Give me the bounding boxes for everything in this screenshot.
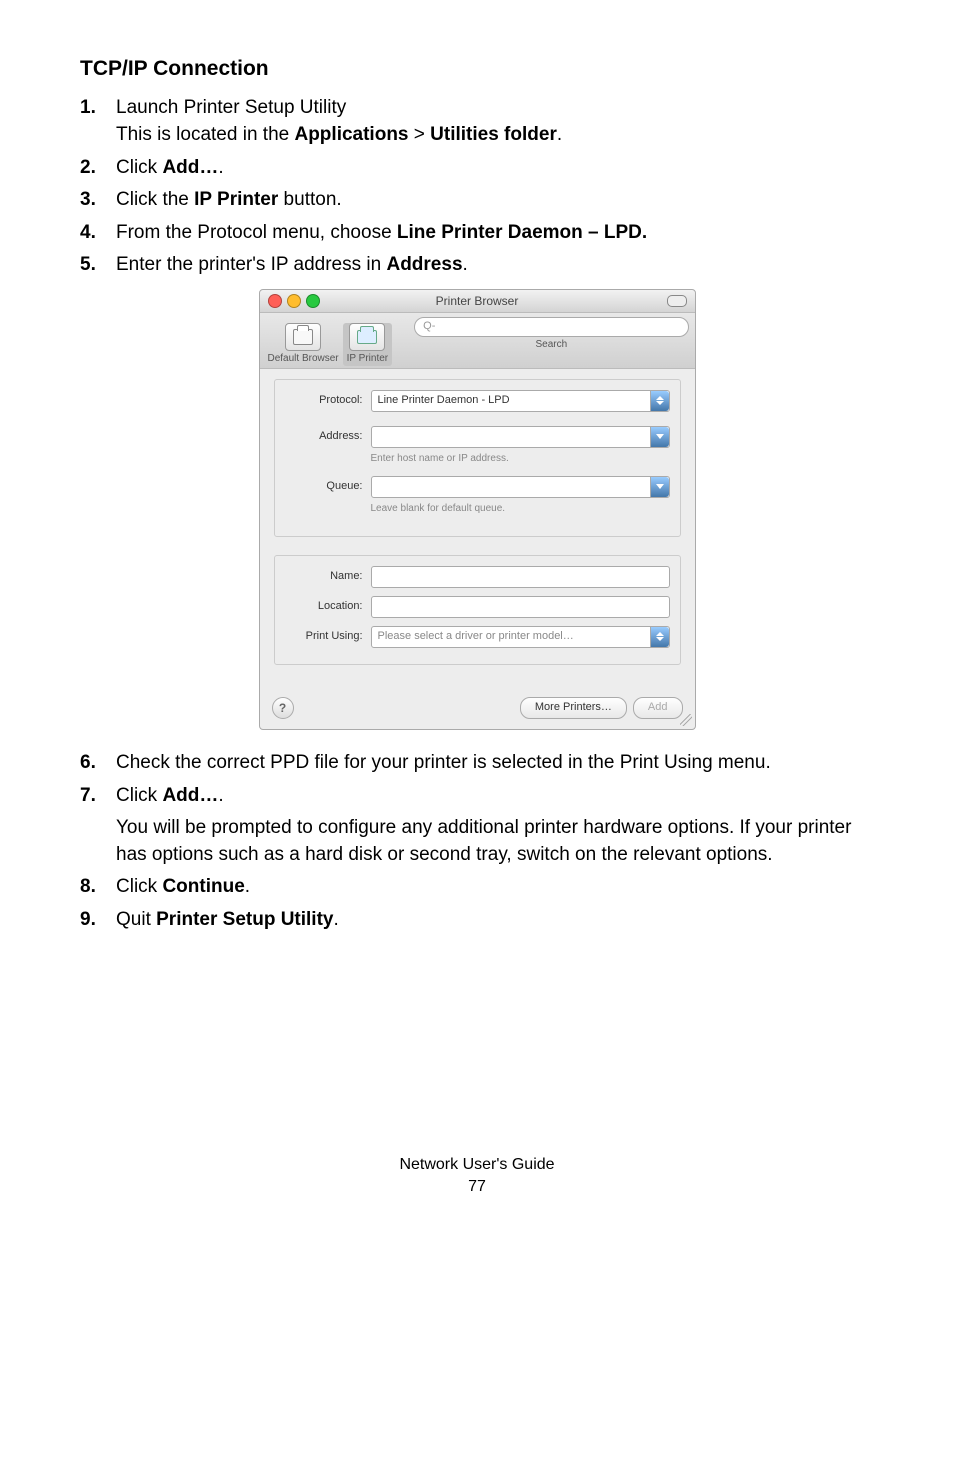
step-7: 7. Click Add…. You will be prompted to c… bbox=[80, 783, 874, 869]
ip-printer-button[interactable]: IP Printer bbox=[343, 323, 393, 366]
minimize-icon[interactable] bbox=[287, 294, 301, 308]
step-text: Launch Printer Setup Utility bbox=[116, 97, 346, 118]
step-1: 1. Launch Printer Setup Utility This is … bbox=[80, 95, 874, 148]
button-row: ? More Printers… Add bbox=[260, 691, 695, 729]
add-bold: Add… bbox=[162, 157, 218, 178]
address-label: Address: bbox=[285, 429, 371, 444]
protocol-value: Line Printer Daemon - LPD bbox=[378, 393, 510, 408]
print-using-value: Please select a driver or printer model… bbox=[378, 629, 574, 644]
step-marker: 6. bbox=[80, 750, 96, 777]
add-button[interactable]: Add bbox=[633, 697, 683, 718]
step-marker: 2. bbox=[80, 155, 96, 182]
chevron-down-icon[interactable] bbox=[650, 477, 669, 497]
applications-bold: Applications bbox=[294, 124, 408, 145]
name-row: Name: bbox=[285, 566, 670, 588]
ip-printer-icon bbox=[349, 323, 385, 351]
resize-grip-icon[interactable] bbox=[680, 714, 692, 726]
location-label: Location: bbox=[285, 599, 371, 614]
step-list: 1. Launch Printer Setup Utility This is … bbox=[80, 95, 874, 279]
help-button[interactable]: ? bbox=[272, 697, 294, 719]
toolbar-label: Default Browser bbox=[268, 353, 339, 364]
continue-bold: Continue bbox=[162, 876, 244, 897]
protocol-row: Protocol: Line Printer Daemon - LPD bbox=[285, 390, 670, 412]
ip-printer-bold: IP Printer bbox=[194, 189, 278, 210]
traffic-lights bbox=[268, 294, 320, 308]
more-printers-button[interactable]: More Printers… bbox=[520, 697, 627, 718]
step-marker: 8. bbox=[80, 874, 96, 901]
footer-guide: Network User's Guide bbox=[80, 1154, 874, 1176]
step-marker: 4. bbox=[80, 220, 96, 247]
search-field[interactable]: Q- Search bbox=[414, 317, 688, 352]
form-area: Protocol: Line Printer Daemon - LPD Addr… bbox=[260, 369, 695, 691]
address-row: Address: bbox=[285, 426, 670, 448]
add-bold: Add… bbox=[162, 785, 218, 806]
default-browser-button[interactable]: Default Browser bbox=[266, 323, 341, 366]
name-input[interactable] bbox=[371, 566, 670, 588]
figure-wrapper: Printer Browser Default Browser IP Print… bbox=[80, 289, 874, 730]
printer-browser-window: Printer Browser Default Browser IP Print… bbox=[259, 289, 696, 730]
queue-label: Queue: bbox=[285, 479, 371, 494]
updown-icon[interactable] bbox=[650, 627, 669, 647]
step-marker: 3. bbox=[80, 187, 96, 214]
search-icon: Q- bbox=[423, 319, 435, 334]
queue-hint: Leave blank for default queue. bbox=[371, 502, 670, 516]
step-text: This is located in the bbox=[116, 124, 294, 145]
toolbar-label: IP Printer bbox=[347, 353, 389, 364]
window-titlebar: Printer Browser bbox=[260, 290, 695, 313]
lpd-bold: Line Printer Daemon – LPD. bbox=[397, 222, 647, 243]
utilities-folder-bold: Utilities folder bbox=[430, 124, 557, 145]
print-using-select[interactable]: Please select a driver or printer model… bbox=[371, 626, 670, 648]
printer-section: Name: Location: Print Using: Please sele… bbox=[274, 555, 681, 665]
protocol-select[interactable]: Line Printer Daemon - LPD bbox=[371, 390, 670, 412]
print-using-label: Print Using: bbox=[285, 629, 371, 644]
location-input[interactable] bbox=[371, 596, 670, 618]
step-marker: 9. bbox=[80, 907, 96, 934]
protocol-label: Protocol: bbox=[285, 393, 371, 408]
step-8: 8. Click Continue. bbox=[80, 874, 874, 901]
section-heading: TCP/IP Connection bbox=[80, 54, 874, 83]
chevron-down-icon[interactable] bbox=[650, 427, 669, 447]
psu-bold: Printer Setup Utility bbox=[156, 909, 333, 930]
name-label: Name: bbox=[285, 569, 371, 584]
search-label: Search bbox=[414, 338, 688, 352]
step-9: 9. Quit Printer Setup Utility. bbox=[80, 907, 874, 934]
step-text: Check the correct PPD file for your prin… bbox=[116, 752, 771, 773]
step-list-2: 6. Check the correct PPD file for your p… bbox=[80, 750, 874, 934]
toolbar-toggle-icon[interactable] bbox=[667, 295, 687, 307]
address-bold: Address bbox=[386, 254, 462, 275]
connection-section: Protocol: Line Printer Daemon - LPD Addr… bbox=[274, 379, 681, 537]
step-marker: 5. bbox=[80, 252, 96, 279]
location-row: Location: bbox=[285, 596, 670, 618]
step-3: 3. Click the IP Printer button. bbox=[80, 187, 874, 214]
step-marker: 1. bbox=[80, 95, 96, 122]
updown-icon[interactable] bbox=[650, 391, 669, 411]
step-6: 6. Check the correct PPD file for your p… bbox=[80, 750, 874, 777]
queue-row: Queue: bbox=[285, 476, 670, 498]
address-input[interactable] bbox=[371, 426, 670, 448]
search-input[interactable]: Q- bbox=[414, 317, 688, 337]
page-footer: Network User's Guide 77 bbox=[80, 1154, 874, 1199]
footer-page-number: 77 bbox=[80, 1176, 874, 1198]
step-4: 4. From the Protocol menu, choose Line P… bbox=[80, 220, 874, 247]
address-hint: Enter host name or IP address. bbox=[371, 452, 670, 466]
step-5: 5. Enter the printer's IP address in Add… bbox=[80, 252, 874, 279]
queue-input[interactable] bbox=[371, 476, 670, 498]
window-toolbar: Default Browser IP Printer Q- Search bbox=[260, 313, 695, 369]
zoom-icon[interactable] bbox=[306, 294, 320, 308]
step-marker: 7. bbox=[80, 783, 96, 810]
step-2: 2. Click Add…. bbox=[80, 155, 874, 182]
print-using-row: Print Using: Please select a driver or p… bbox=[285, 626, 670, 648]
close-icon[interactable] bbox=[268, 294, 282, 308]
step-text: You will be prompted to configure any ad… bbox=[116, 815, 874, 868]
window-title: Printer Browser bbox=[260, 290, 695, 312]
printer-icon bbox=[285, 323, 321, 351]
